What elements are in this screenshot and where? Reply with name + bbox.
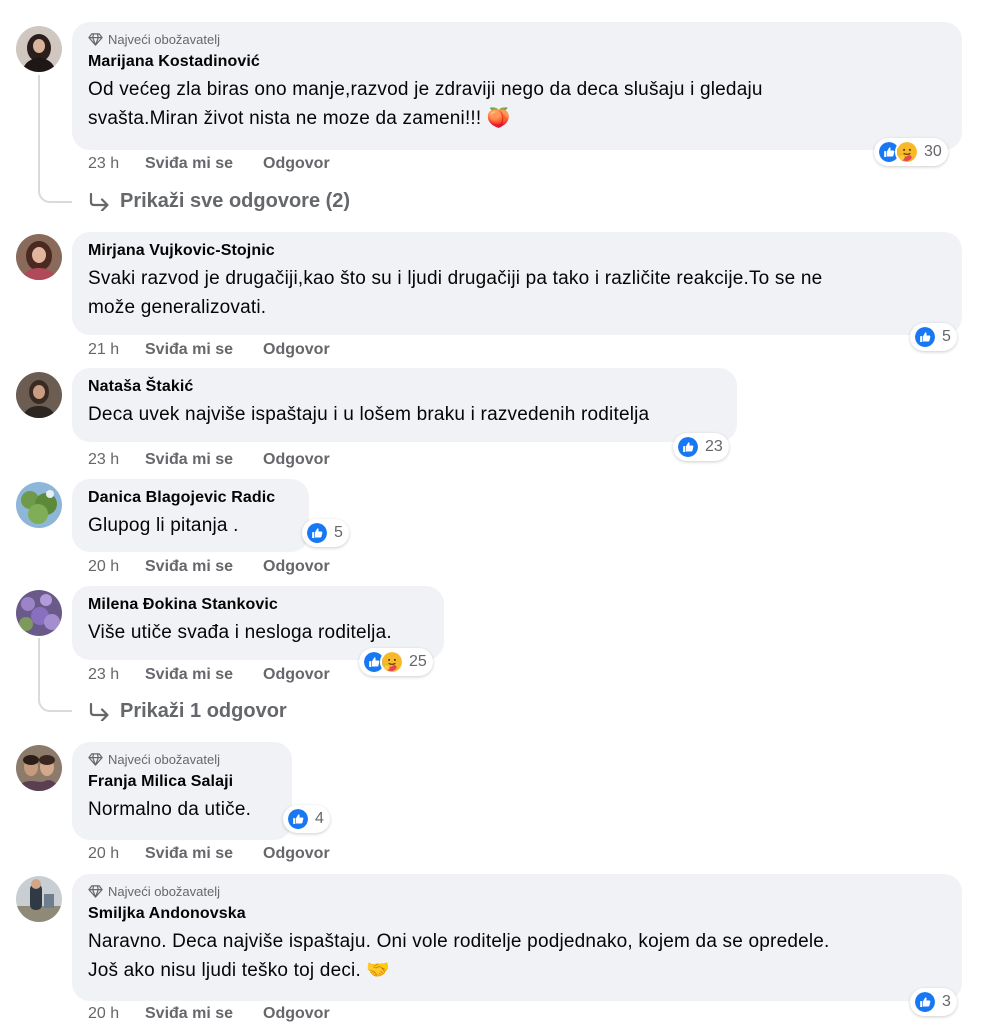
like-button[interactable]: Sviđa mi se [145, 155, 263, 173]
diamond-icon [88, 752, 103, 767]
reaction-count: 5 [334, 524, 343, 541]
reaction-summary[interactable]: 4 [283, 805, 330, 833]
reaction-count: 23 [705, 438, 723, 455]
avatar[interactable] [16, 482, 62, 528]
reply-button[interactable]: Odgovor [263, 558, 330, 576]
view-replies-link[interactable]: Prikaži 1 odgovor [88, 700, 287, 723]
comment-bubble: Najveći obožavatelj Marijana Kostadinovi… [72, 22, 962, 150]
comment-actions: 20 h Sviđa mi se Odgovor [88, 1005, 330, 1023]
reaction-summary[interactable]: 30 [874, 138, 948, 166]
like-icon [305, 521, 329, 545]
avatar[interactable] [16, 590, 62, 636]
reaction-count: 5 [942, 328, 951, 345]
comment-author[interactable]: Danica Blagojevic Radic [88, 489, 293, 507]
comment-bubble: Danica Blagojevic Radic Glupog li pitanj… [72, 479, 309, 552]
avatar[interactable] [16, 745, 62, 791]
like-button[interactable]: Sviđa mi se [145, 1005, 263, 1023]
care-icon [895, 140, 919, 164]
reply-button[interactable]: Odgovor [263, 845, 330, 863]
like-button[interactable]: Sviđa mi se [145, 845, 263, 863]
top-fan-badge: Najveći obožavatelj [88, 32, 946, 47]
reaction-count: 4 [315, 810, 324, 827]
like-button[interactable]: Sviđa mi se [145, 341, 263, 359]
comment-text: Glupog li pitanja . [88, 515, 239, 536]
comment-author[interactable]: Franja Milica Salaji [88, 773, 276, 791]
comment-time[interactable]: 23 h [88, 451, 145, 469]
like-icon [286, 807, 310, 831]
reply-arrow-icon [88, 703, 110, 721]
reply-button[interactable]: Odgovor [263, 666, 330, 684]
reply-button[interactable]: Odgovor [263, 155, 330, 173]
reaction-summary[interactable]: 5 [302, 519, 349, 547]
reaction-count: 25 [409, 653, 427, 670]
like-button[interactable]: Sviđa mi se [145, 558, 263, 576]
comment-text: Naravno. Deca najviše ispaštaju. Oni vol… [88, 931, 830, 981]
comment-bubble: Najveći obožavatelj Smiljka Andonovska N… [72, 874, 962, 1001]
comment-time[interactable]: 21 h [88, 341, 145, 359]
comment-text: Normalno da utiče. [88, 799, 252, 820]
comment-time[interactable]: 23 h [88, 666, 145, 684]
like-icon [913, 990, 937, 1014]
comment-time[interactable]: 20 h [88, 558, 145, 576]
comment-author[interactable]: Smiljka Andonovska [88, 905, 946, 923]
avatar[interactable] [16, 372, 62, 418]
care-icon [380, 650, 404, 674]
thread-line [38, 638, 72, 712]
diamond-icon [88, 884, 103, 899]
comment-bubble: Najveći obožavatelj Franja Milica Salaji… [72, 742, 292, 840]
reaction-summary[interactable]: 25 [359, 648, 433, 676]
avatar[interactable] [16, 26, 62, 72]
comment-actions: 21 h Sviđa mi se Odgovor [88, 341, 330, 359]
like-icon [913, 325, 937, 349]
view-replies-link[interactable]: Prikaži sve odgovore (2) [88, 190, 350, 213]
thread-line [38, 75, 72, 203]
avatar[interactable] [16, 234, 62, 280]
top-fan-badge: Najveći obožavatelj [88, 752, 276, 767]
reaction-count: 3 [942, 993, 951, 1010]
reply-button[interactable]: Odgovor [263, 1005, 330, 1023]
like-button[interactable]: Sviđa mi se [145, 666, 263, 684]
like-button[interactable]: Sviđa mi se [145, 451, 263, 469]
comment-actions: 23 h Sviđa mi se Odgovor [88, 451, 330, 469]
reaction-summary[interactable]: 23 [673, 433, 729, 461]
avatar[interactable] [16, 876, 62, 922]
comment-time[interactable]: 23 h [88, 155, 145, 173]
comment-text: Deca uvek najviše ispaštaju i u lošem br… [88, 404, 650, 425]
comment-author[interactable]: Mirjana Vujkovic-Stojnic [88, 242, 946, 260]
comment-text: Svaki razvod je drugačiji,kao što su i l… [88, 268, 823, 318]
comment-text: Od većeg zla biras ono manje,razvod je z… [88, 79, 763, 129]
reaction-count: 30 [924, 143, 942, 160]
reaction-summary[interactable]: 3 [910, 988, 957, 1016]
comment-author[interactable]: Marijana Kostadinović [88, 53, 946, 71]
comment-text: Više utiče svađa i nesloga roditelja. [88, 622, 392, 643]
reaction-summary[interactable]: 5 [910, 323, 957, 351]
comment-bubble: Mirjana Vujkovic-Stojnic Svaki razvod je… [72, 232, 962, 335]
reply-button[interactable]: Odgovor [263, 341, 330, 359]
comment-actions: 20 h Sviđa mi se Odgovor [88, 845, 330, 863]
comment-bubble: Nataša Štakić Deca uvek najviše ispaštaj… [72, 368, 737, 442]
comment-author[interactable]: Milena Đokina Stankovic [88, 596, 428, 614]
comment-actions: 23 h Sviđa mi se Odgovor [88, 666, 330, 684]
like-icon [676, 435, 700, 459]
comment-author[interactable]: Nataša Štakić [88, 378, 721, 396]
diamond-icon [88, 32, 103, 47]
comment-actions: 20 h Sviđa mi se Odgovor [88, 558, 330, 576]
top-fan-badge: Najveći obožavatelj [88, 884, 946, 899]
reply-arrow-icon [88, 193, 110, 211]
reply-button[interactable]: Odgovor [263, 451, 330, 469]
comment-time[interactable]: 20 h [88, 845, 145, 863]
comment-actions: 23 h Sviđa mi se Odgovor [88, 155, 330, 173]
comment-time[interactable]: 20 h [88, 1005, 145, 1023]
